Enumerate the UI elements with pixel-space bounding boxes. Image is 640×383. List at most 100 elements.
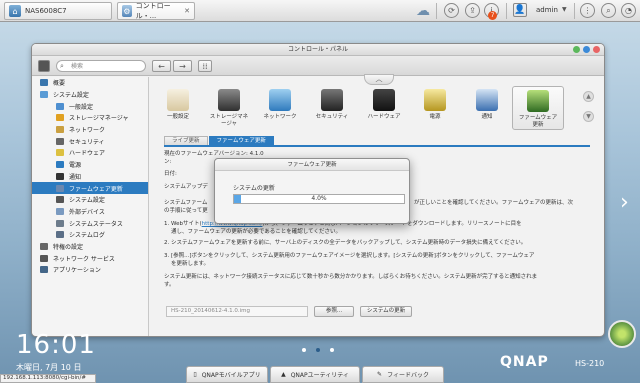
category-item[interactable]: ハードウェア (358, 89, 410, 121)
search-icon: ⌕ (60, 62, 64, 70)
category-item[interactable]: 電源 (409, 89, 461, 121)
general-settings-icon (167, 89, 189, 111)
sidebar-item-label: 特権の設定 (53, 243, 84, 251)
notification-badge: 7 (488, 11, 497, 20)
sidebar-item[interactable]: システム設定 (32, 89, 148, 101)
sidebar-item-icon (56, 149, 64, 157)
lock-icon (321, 89, 343, 111)
dock-feedback[interactable]: ✎ フィードバック (362, 366, 444, 383)
progress-percent: 4.0% (311, 195, 327, 202)
minimize-button[interactable] (583, 46, 590, 53)
sidebar-item[interactable]: 電源 (32, 159, 148, 171)
sidebar-item-label: 概要 (53, 80, 66, 88)
page-dot[interactable] (316, 348, 320, 352)
tab-underline (164, 145, 590, 147)
sidebar-item[interactable]: 特権の設定 (32, 241, 148, 253)
notification-icon (476, 89, 498, 111)
sidebar-item[interactable]: アプリケーション (32, 264, 148, 276)
category-item[interactable]: ファームウェア 更新 (512, 86, 564, 130)
sidebar-item[interactable]: 概要 (32, 77, 148, 89)
sidebar: 概要 システム設定 一般設定 ストレージマネージャ ネットワーク セキュリティ ハードウェア… (32, 77, 149, 336)
browse-button[interactable]: 参照... (314, 306, 354, 317)
sidebar-item[interactable]: ネットワーク サービス (32, 252, 148, 264)
scroll-down-icon[interactable]: ▼ (583, 111, 594, 122)
sidebar-item[interactable]: システム設定 (32, 194, 148, 206)
tab-live-update[interactable]: ライブ更新 (164, 136, 208, 145)
sidebar-item-label: 外部デバイス (69, 208, 105, 216)
search-icon[interactable]: ⌕ (601, 3, 616, 18)
sidebar-item[interactable]: 一般設定 (32, 100, 148, 112)
dialog-title: ファームウェア更新 (215, 159, 409, 171)
cloud-icon[interactable]: ☁ (416, 3, 430, 19)
sidebar-item-icon (56, 184, 64, 192)
tab-firmware-update[interactable]: ファームウェア更新 (208, 136, 274, 145)
external-device-icon[interactable]: ⇪ (465, 3, 480, 18)
category-label: セキュリティ (315, 114, 349, 120)
back-button[interactable]: ← (152, 60, 171, 72)
sidebar-item[interactable]: ネットワーク (32, 124, 148, 136)
version-line: 現在のファームウェアバージョン: 4.1.0 (164, 151, 264, 157)
section-icon (40, 266, 48, 274)
dock-utilities[interactable]: ▲ QNAPユーティリティ (270, 366, 360, 383)
mobile-icon: ▯ (193, 371, 197, 378)
sidebar-item-icon (56, 161, 64, 169)
sidebar-item-label: システム設定 (69, 197, 105, 205)
sidebar-item[interactable]: システムステータス (32, 217, 148, 229)
sidebar-item[interactable]: システムログ (32, 229, 148, 241)
help-button[interactable] (573, 46, 580, 53)
sidebar-item-label: システムステータス (69, 220, 123, 228)
utility-icon: ▲ (281, 371, 286, 378)
chevron-down-icon[interactable]: ▼ (562, 6, 567, 13)
page-dots (302, 348, 334, 352)
scroll-up-icon[interactable]: ▲ (583, 91, 594, 102)
sidebar-item-label: アプリケーション (53, 267, 101, 275)
page-dot[interactable] (330, 348, 334, 352)
user-avatar-icon[interactable]: 👤 (513, 3, 527, 17)
forward-button[interactable]: → (173, 60, 192, 72)
firmware-file-input[interactable]: HS-210_20140612-4.1.0.img (166, 306, 308, 317)
firmware-update-dialog: ファームウェア更新 システムの更新 4.0% (214, 158, 410, 224)
sidebar-item-label: ストレージマネージャ (69, 115, 129, 123)
sidebar-item-icon (56, 172, 64, 180)
progress-bar: 4.0% (233, 194, 405, 204)
next-page-icon[interactable]: › (620, 190, 629, 215)
category-label: 通知 (481, 114, 493, 120)
category-item[interactable]: 一般設定 (152, 89, 204, 121)
close-window-button[interactable] (593, 46, 600, 53)
sidebar-toggle-icon[interactable] (38, 60, 50, 72)
category-label: ストレージマネ ージャ (209, 114, 249, 127)
more-icon[interactable]: ⋮ (580, 3, 595, 18)
sidebar-item-icon (56, 231, 64, 239)
sidebar-item-icon (56, 102, 64, 110)
sidebar-item[interactable]: ハードウェア (32, 147, 148, 159)
sidebar-item[interactable]: 外部デバイス (32, 206, 148, 218)
sidebar-item-label: システム設定 (53, 92, 89, 100)
hardware-icon (373, 89, 395, 111)
sidebar-item[interactable]: セキュリティ (32, 135, 148, 147)
sidebar-item[interactable]: ファームウェア更新 (32, 182, 148, 194)
sidebar-item-icon (56, 219, 64, 227)
category-item[interactable]: ネットワーク (254, 89, 306, 121)
tab-home[interactable]: ⌂ NAS6008C7 (4, 2, 112, 20)
category-item[interactable]: セキュリティ (306, 89, 358, 121)
sidebar-item-icon (56, 137, 64, 145)
sidebar-item[interactable]: 通知 (32, 171, 148, 183)
sidebar-item-label: 電源 (69, 162, 82, 170)
dialog-label: システムの更新 (233, 185, 275, 192)
category-item[interactable]: 通知 (461, 89, 513, 121)
category-item[interactable]: ストレージマネ ージャ (203, 89, 255, 128)
grid-view-button[interactable]: ⁞⁞ (198, 60, 212, 72)
tab-control-panel[interactable]: ⚙ コントロール・... ✕ (117, 2, 195, 20)
update-system-button[interactable]: システムの更新 (360, 306, 412, 317)
page-dot[interactable] (302, 348, 306, 352)
dashboard-icon[interactable]: ◔ (621, 3, 636, 18)
search-input[interactable]: ⌕ 検索 (56, 60, 146, 72)
user-name[interactable]: admin (536, 6, 558, 14)
close-tab-icon[interactable]: ✕ (184, 7, 190, 15)
sidebar-item[interactable]: ストレージマネージャ (32, 112, 148, 124)
window-titlebar: コントロール・パネル (32, 44, 604, 56)
dock-mobile-apps[interactable]: ▯ QNAPモバイルアプリ (186, 366, 268, 383)
category-label: ハードウェア (367, 114, 401, 120)
resource-monitor-icon[interactable] (608, 320, 636, 348)
tasks-icon[interactable]: ⟳ (444, 3, 459, 18)
